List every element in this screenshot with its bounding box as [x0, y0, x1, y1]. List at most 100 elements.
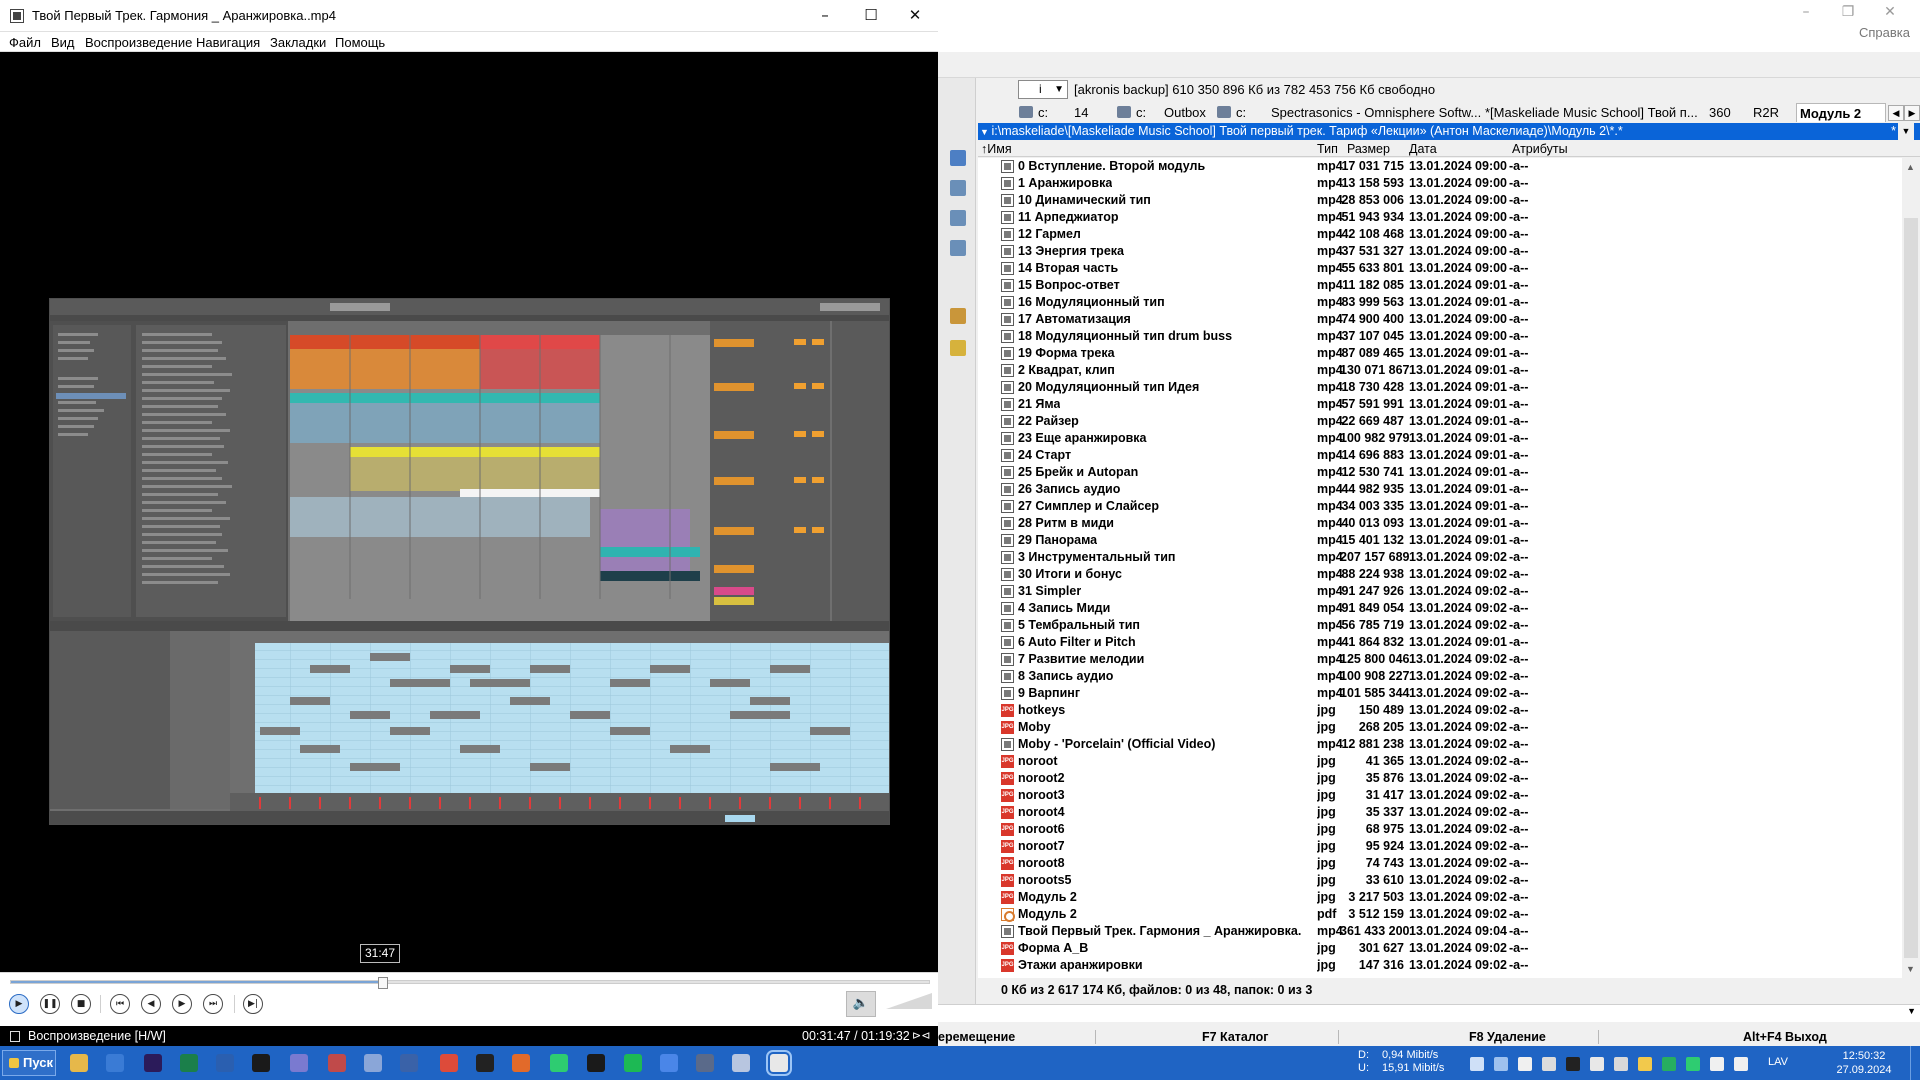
- file-row[interactable]: 20 Модуляционный тип Идея mp4 18 730 428 13…: [978, 379, 1902, 396]
- col-name[interactable]: ↑Имя: [981, 141, 1012, 157]
- chevron-right-icon[interactable]: ▶: [1904, 105, 1920, 121]
- mute-speaker-icon[interactable]: 🔈: [846, 991, 876, 1017]
- input-language[interactable]: LAV: [1768, 1056, 1788, 1068]
- tab-outbox[interactable]: Outbox: [1161, 103, 1207, 122]
- new-folder-icon[interactable]: [950, 340, 966, 356]
- file-list-scrollbar[interactable]: ▲ ▼: [1902, 158, 1920, 978]
- menu-file[interactable]: Файл: [9, 35, 41, 50]
- file-row[interactable]: 6 Auto Filter и Pitch mp4 41 864 832 13.01.…: [978, 634, 1902, 651]
- file-row[interactable]: 7 Развитие мелодии mp4 125 800 046 13.01.20…: [978, 651, 1902, 668]
- file-row[interactable]: 5 Тембральный тип mp4 56 785 719 13.01.2024…: [978, 617, 1902, 634]
- menu-view[interactable]: Вид: [51, 35, 75, 50]
- file-row[interactable]: 4 Запись Миди mp4 91 849 054 13.01.2024 09:…: [978, 600, 1902, 617]
- search-icon[interactable]: [950, 150, 966, 166]
- help-menu[interactable]: Справка: [1859, 25, 1910, 40]
- totalcmd-icon[interactable]: [696, 1054, 714, 1072]
- file-row[interactable]: 28 Ритм в миди mp4 40 013 093 13.01.2024 09…: [978, 515, 1902, 532]
- browser-icon[interactable]: [216, 1054, 234, 1072]
- archive-app-icon[interactable]: [732, 1054, 750, 1072]
- file-row[interactable]: 11 Арпеджиатор mp4 51 943 934 13.01.2024 09…: [978, 209, 1902, 226]
- tray-app-icon[interactable]: [1566, 1057, 1580, 1071]
- tab-360[interactable]: 360: [1706, 103, 1740, 122]
- edit-icon[interactable]: [950, 180, 966, 196]
- tab-c-1[interactable]: c:: [1016, 103, 1058, 122]
- whatsapp-icon[interactable]: [550, 1054, 568, 1072]
- tab-module-2[interactable]: Модуль 2: [1796, 103, 1886, 122]
- drive-select[interactable]: i ▼: [1018, 80, 1068, 99]
- forward-icon[interactable]: ▶: [172, 994, 192, 1014]
- file-row[interactable]: 17 Автоматизация mp4 74 900 400 13.01.2024 …: [978, 311, 1902, 328]
- file-row[interactable]: 12 Гармел mp4 42 108 468 13.01.2024 09:00 -a…: [978, 226, 1902, 243]
- menu-help[interactable]: Помощь: [335, 35, 385, 50]
- settings-icon[interactable]: [106, 1054, 124, 1072]
- minimize-icon[interactable]: –: [1786, 2, 1826, 22]
- tray-app-icon[interactable]: [1710, 1057, 1724, 1071]
- file-row[interactable]: 22 Райзер mp4 22 669 487 13.01.2024 09:01 -a…: [978, 413, 1902, 430]
- chevron-down-icon[interactable]: ▼: [1907, 1006, 1916, 1016]
- notes-icon[interactable]: [950, 240, 966, 256]
- media-player-taskbar-icon[interactable]: [766, 1050, 792, 1076]
- file-row[interactable]: 10 Динамический тип mp4 28 853 006 13.01.20…: [978, 192, 1902, 209]
- file-row[interactable]: 1 Аранжировка mp4 13 158 593 13.01.2024 09:…: [978, 175, 1902, 192]
- menu-navigation[interactable]: Навигация: [196, 35, 260, 50]
- pause-icon[interactable]: ❚❚: [40, 994, 60, 1014]
- tray-app-icon[interactable]: [1518, 1057, 1532, 1071]
- menu-bookmarks[interactable]: Закладки: [270, 35, 326, 50]
- file-row[interactable]: 13 Энергия трека mp4 37 531 327 13.01.2024 …: [978, 243, 1902, 260]
- file-row[interactable]: JPG noroot8 jpg 74 743 13.01.2024 09:02 -a--: [978, 855, 1902, 872]
- file-row[interactable]: 15 Вопрос-ответ mp4 11 182 085 13.01.2024 0…: [978, 277, 1902, 294]
- path-filter[interactable]: *: [1891, 123, 1896, 140]
- utility-icon[interactable]: [290, 1054, 308, 1072]
- terminal-icon[interactable]: [476, 1054, 494, 1072]
- tray-app-icon[interactable]: [1662, 1057, 1676, 1071]
- file-row[interactable]: JPG Форма A_B jpg 301 627 13.01.2024 09:02 -a…: [978, 940, 1902, 957]
- rewind-icon[interactable]: ◀: [141, 994, 161, 1014]
- file-row[interactable]: Moby - 'Porcelain' (Official Video) mp4 12…: [978, 736, 1902, 753]
- seek-bar[interactable]: [10, 977, 930, 989]
- file-row[interactable]: 9 Варпинг mp4 101 585 344 13.01.2024 09:02-…: [978, 685, 1902, 702]
- scroll-up-icon[interactable]: ▲: [1906, 162, 1915, 172]
- scroll-down-icon[interactable]: ▼: [1906, 964, 1915, 974]
- file-row[interactable]: 2 Квадрат, клип mp4 130 071 867 13.01.2024 …: [978, 362, 1902, 379]
- chrome-icon[interactable]: [440, 1054, 458, 1072]
- file-row[interactable]: JPG noroots5 jpg 33 610 13.01.2024 09:02 -a--: [978, 872, 1902, 889]
- archive-icon[interactable]: [950, 308, 966, 324]
- network-icon[interactable]: [364, 1054, 382, 1072]
- file-row[interactable]: 27 Симплер и Слайсер mp4 34 003 335 13.01.2…: [978, 498, 1902, 515]
- fkey-exit[interactable]: Alt+F4 Выход: [1743, 1028, 1827, 1046]
- tab-r2r[interactable]: R2R: [1750, 103, 1790, 122]
- file-row[interactable]: 24 Старт mp4 14 696 883 13.01.2024 09:01 -a-…: [978, 447, 1902, 464]
- tray-app-icon[interactable]: [1686, 1057, 1700, 1071]
- col-date[interactable]: Дата: [1409, 141, 1437, 157]
- explorer-icon[interactable]: [70, 1054, 88, 1072]
- file-row[interactable]: JPG noroot jpg 41 365 13.01.2024 09:02 -a--: [978, 753, 1902, 770]
- paint-icon[interactable]: [328, 1054, 346, 1072]
- close-icon[interactable]: ✕: [892, 0, 938, 31]
- file-row[interactable]: 0 Вступление. Второй модуль mp4 17 031 715…: [978, 158, 1902, 175]
- chevron-down-icon[interactable]: ▼: [1898, 123, 1914, 140]
- media-info-icon[interactable]: ⊳⊲: [912, 1026, 930, 1046]
- file-row[interactable]: JPG Moby jpg 268 205 13.01.2024 09:02 -a--: [978, 719, 1902, 736]
- scroll-thumb[interactable]: [1904, 218, 1918, 958]
- file-row[interactable]: JPG Модуль 2 jpg 3 217 503 13.01.2024 09:02-…: [978, 889, 1902, 906]
- frame-step-icon[interactable]: ▶|: [243, 994, 263, 1014]
- seek-thumb[interactable]: [377, 977, 388, 989]
- col-attrs[interactable]: Атрибуты: [1512, 141, 1568, 157]
- tray-app-icon[interactable]: [1638, 1057, 1652, 1071]
- fkey-move[interactable]: еремещение: [938, 1028, 1015, 1046]
- file-row[interactable]: 8 Запись аудио mp4 100 908 227 13.01.2024 0…: [978, 668, 1902, 685]
- clock[interactable]: 12:50:32 27.09.2024: [1834, 1049, 1894, 1077]
- tab-spectrasonics[interactable]: Spectrasonics - Omnisphere Softw...: [1268, 103, 1486, 122]
- file-row[interactable]: 21 Яма mp4 57 591 991 13.01.2024 09:01 -a--: [978, 396, 1902, 413]
- file-row[interactable]: JPG noroot7 jpg 95 924 13.01.2024 09:02 -a--: [978, 838, 1902, 855]
- spotify-icon[interactable]: [624, 1054, 642, 1072]
- file-row[interactable]: JPG noroot4 jpg 35 337 13.01.2024 09:02 -a--: [978, 804, 1902, 821]
- file-row[interactable]: 30 Итоги и бонус mp4 88 224 938 13.01.2024 …: [978, 566, 1902, 583]
- driver-icon[interactable]: [252, 1054, 270, 1072]
- file-row[interactable]: 29 Панорама mp4 15 401 132 13.01.2024 09:01…: [978, 532, 1902, 549]
- file-row[interactable]: 25 Брейк и Autopan mp4 12 530 741 13.01.202…: [978, 464, 1902, 481]
- file-row[interactable]: 18 Модуляционный тип drum buss mp4 37 107 …: [978, 328, 1902, 345]
- volume-slider[interactable]: [886, 993, 932, 1015]
- list-icon[interactable]: [950, 210, 966, 226]
- tray-app-icon[interactable]: [1494, 1057, 1508, 1071]
